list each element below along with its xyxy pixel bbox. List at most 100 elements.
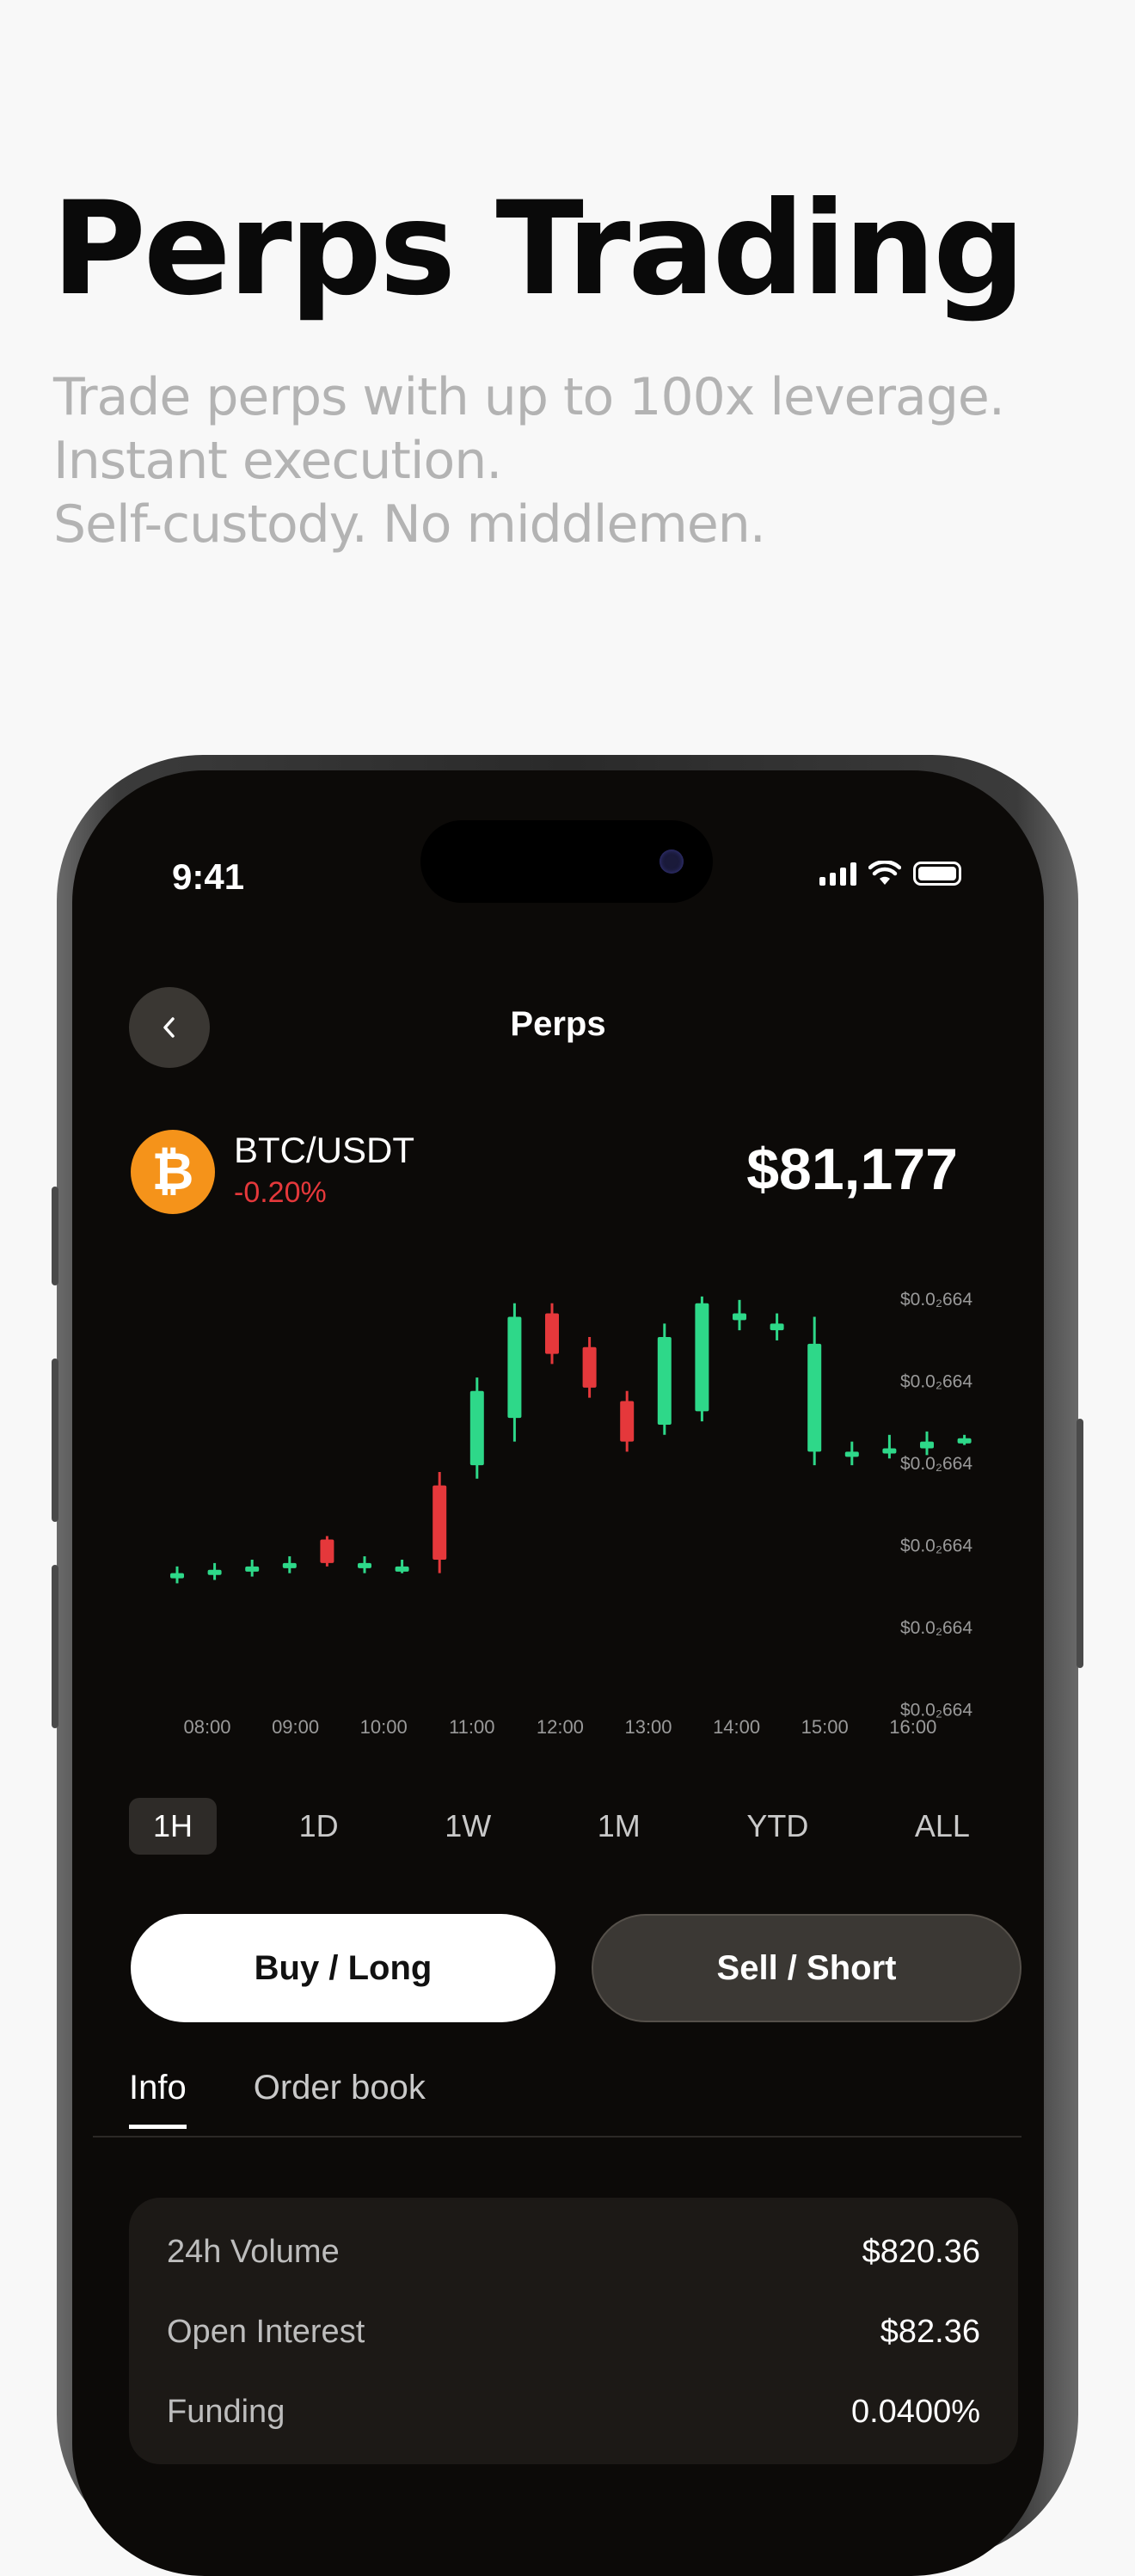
nav-title: Perps xyxy=(510,1005,606,1043)
candle xyxy=(807,1316,822,1466)
detail-tabs: Info Order book xyxy=(129,2069,426,2129)
candle xyxy=(433,1471,447,1573)
info-row-funding: Funding 0.0400% xyxy=(167,2394,980,2431)
x-tick-label: 12:00 xyxy=(537,1716,584,1738)
candle-body xyxy=(733,1313,746,1321)
candle xyxy=(770,1313,784,1340)
candle-body xyxy=(957,1438,972,1444)
page-headline: Perps Trading xyxy=(52,175,1026,324)
subheadline-line: Instant execution. xyxy=(53,431,502,491)
candle-body xyxy=(507,1316,522,1419)
candle-body xyxy=(245,1566,260,1572)
candle-body xyxy=(582,1346,597,1388)
price-chart[interactable]: $0.0₂664 $0.0₂664 $0.0₂664 $0.0₂664 $0.0₂664… xyxy=(89,1278,984,1759)
candle xyxy=(695,1296,709,1422)
range-1m[interactable]: 1M xyxy=(574,1798,665,1855)
battery-icon xyxy=(913,862,961,886)
status-time: 9:41 xyxy=(172,856,245,897)
candle xyxy=(620,1390,635,1452)
info-value: $820.36 xyxy=(862,2234,980,2270)
candle-body xyxy=(920,1441,934,1449)
candle xyxy=(844,1441,859,1466)
range-1h[interactable]: 1H xyxy=(129,1798,218,1855)
info-label: Open Interest xyxy=(167,2314,365,2350)
info-label: 24h Volume xyxy=(167,2234,340,2270)
candle xyxy=(882,1434,897,1459)
candle-body xyxy=(882,1448,897,1454)
candle xyxy=(358,1556,371,1573)
range-1w[interactable]: 1W xyxy=(420,1798,515,1855)
y-tick-label: $0.0₂664 xyxy=(900,1454,972,1474)
phone-screen: 9:41 Perps ₿ BTC/USDT -0.20% $81,177 $0.… xyxy=(72,770,1044,2576)
info-card: 24h Volume $820.36 Open Interest $82.36 … xyxy=(129,2198,1018,2464)
buy-long-button[interactable]: Buy / Long xyxy=(131,1914,555,2022)
x-tick-label: 11:00 xyxy=(449,1716,494,1738)
x-tick-label: 15:00 xyxy=(801,1716,849,1738)
info-value: $82.36 xyxy=(880,2314,980,2350)
y-tick-label: $0.0₂664 xyxy=(900,1618,972,1638)
camera-icon xyxy=(660,849,684,874)
info-value: 0.0400% xyxy=(850,2394,980,2430)
candle xyxy=(582,1337,597,1398)
tab-info[interactable]: Info xyxy=(129,2069,187,2129)
candle-body xyxy=(170,1573,184,1579)
y-tick-label: $0.0₂664 xyxy=(900,1536,972,1556)
candle-body xyxy=(469,1390,484,1466)
candle xyxy=(395,1559,409,1573)
candle xyxy=(245,1559,260,1577)
wifi-icon xyxy=(868,861,901,885)
candle-body xyxy=(695,1303,709,1412)
tab-order-book[interactable]: Order book xyxy=(254,2069,426,2129)
x-tick-label: 10:00 xyxy=(360,1716,408,1738)
candle xyxy=(657,1323,672,1435)
status-icons xyxy=(819,861,961,886)
candle xyxy=(170,1566,184,1584)
info-label: Funding xyxy=(167,2394,285,2430)
range-all[interactable]: ALL xyxy=(891,1798,994,1855)
phone-side-button xyxy=(1077,1419,1083,1668)
candle xyxy=(207,1562,222,1580)
candle xyxy=(469,1377,484,1479)
x-tick-label: 16:00 xyxy=(889,1716,936,1738)
candle-body xyxy=(770,1323,784,1331)
sell-short-button[interactable]: Sell / Short xyxy=(592,1914,1022,2022)
info-row-volume: 24h Volume $820.36 xyxy=(167,2234,980,2271)
candle-body xyxy=(657,1337,672,1426)
candle xyxy=(507,1303,522,1442)
signal-icon xyxy=(819,862,856,886)
range-1d[interactable]: 1D xyxy=(275,1798,363,1855)
asset-pair: BTC/USDT xyxy=(234,1130,414,1170)
candle-body xyxy=(807,1343,822,1452)
asset-price: $81,177 xyxy=(746,1137,958,1202)
dynamic-island xyxy=(420,820,713,903)
candle-body xyxy=(844,1451,859,1457)
x-tick-label: 08:00 xyxy=(183,1716,230,1738)
x-tick-label: 14:00 xyxy=(713,1716,760,1738)
bitcoin-icon: ₿ xyxy=(131,1130,215,1214)
candle xyxy=(733,1299,746,1331)
x-tick-label: 13:00 xyxy=(624,1716,672,1738)
tab-divider xyxy=(93,2136,1022,2137)
x-tick-label: 09:00 xyxy=(272,1716,319,1738)
candle-body xyxy=(433,1485,447,1560)
subheadline-line: Trade perps with up to 100x leverage. xyxy=(53,367,1005,427)
subheadline-line: Self-custody. No middlemen. xyxy=(53,494,766,555)
range-selector: 1H 1D 1W 1M YTD ALL xyxy=(129,1798,994,1855)
candle xyxy=(282,1556,297,1573)
info-row-open-interest: Open Interest $82.36 xyxy=(167,2314,980,2351)
candle-body xyxy=(282,1562,297,1568)
page-subheadline: Trade perps with up to 100x leverage. In… xyxy=(53,365,1085,556)
candle-body xyxy=(545,1313,559,1354)
candle-body xyxy=(207,1569,222,1575)
candle xyxy=(545,1303,559,1365)
range-ytd[interactable]: YTD xyxy=(722,1798,832,1855)
phone-side-button xyxy=(52,1565,58,1728)
candle xyxy=(957,1434,972,1445)
y-tick-label: $0.0₂664 xyxy=(900,1290,972,1309)
candle-body xyxy=(620,1401,635,1442)
candle-body xyxy=(320,1539,334,1563)
candle xyxy=(920,1431,934,1456)
phone-side-button xyxy=(52,1187,58,1285)
candle xyxy=(320,1536,334,1567)
candle-body xyxy=(358,1562,371,1568)
